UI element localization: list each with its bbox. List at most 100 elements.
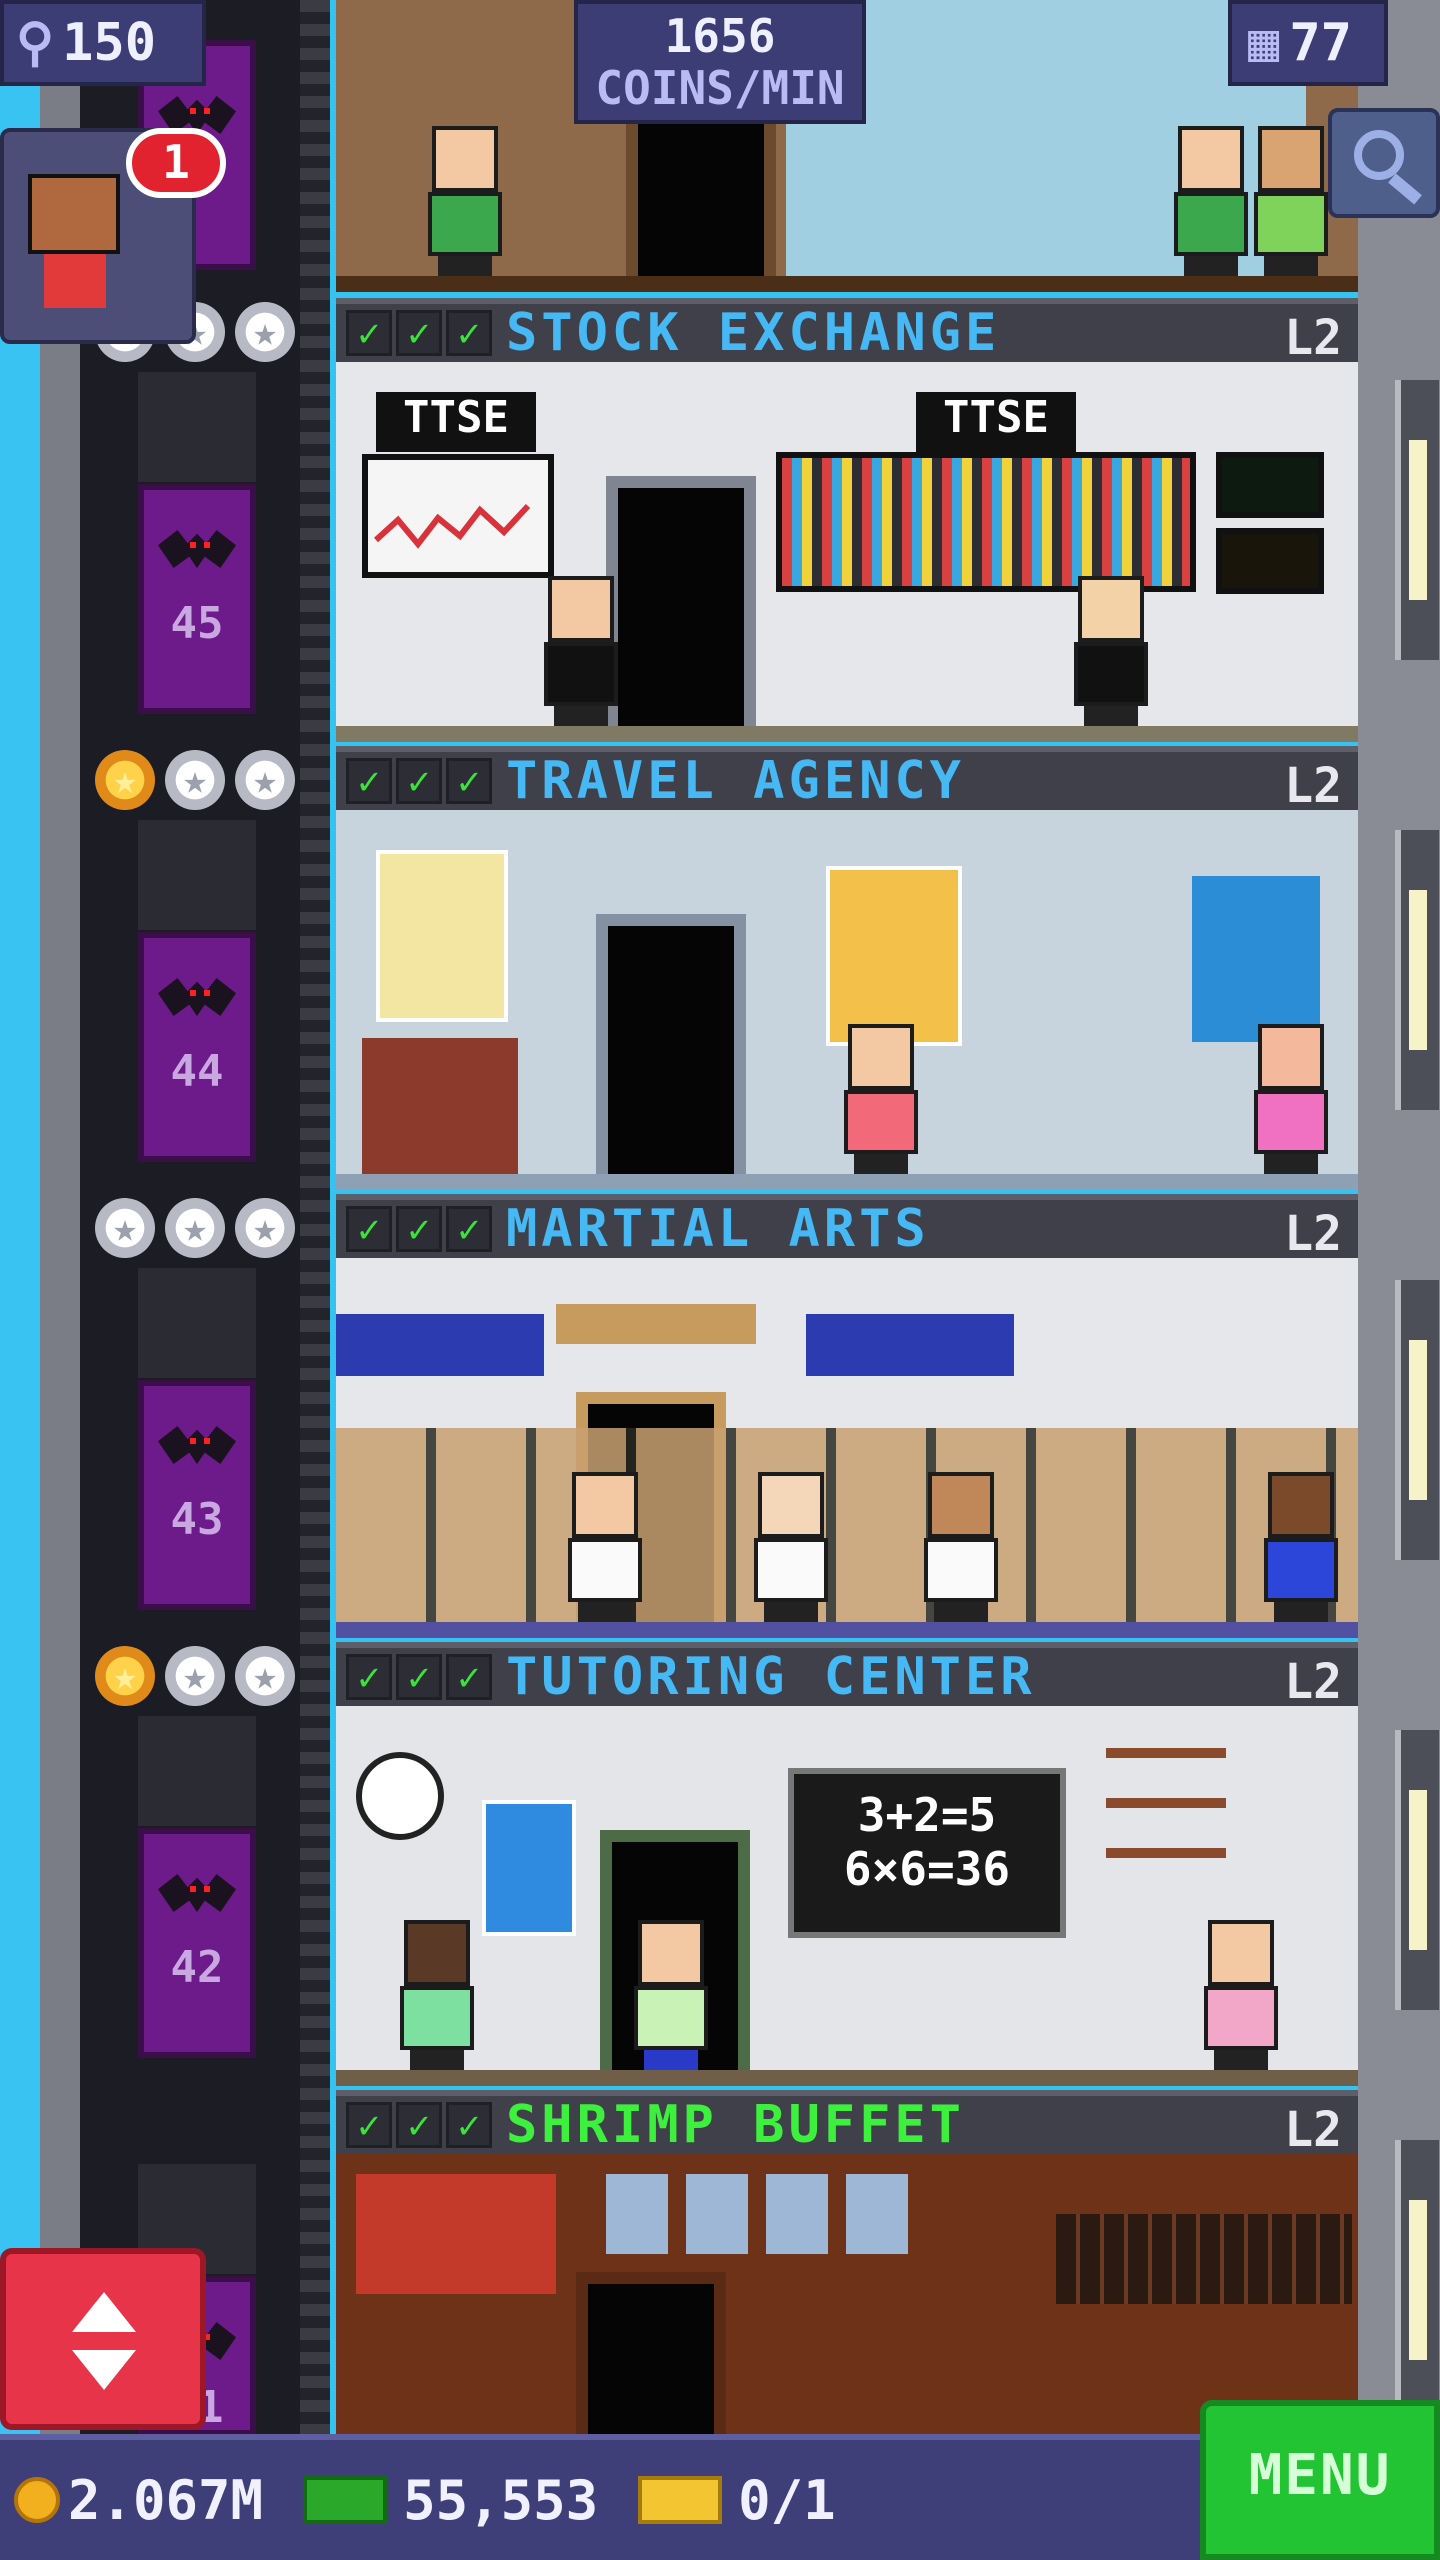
chalkboard-line: 6×6=36 [843, 1842, 1011, 1896]
check-icon: ✓ [396, 758, 442, 804]
check-icon: ✓ [446, 758, 492, 804]
wall-window [1395, 830, 1439, 1110]
notification-badge: 1 [126, 128, 226, 198]
room-shrimp-buffet[interactable] [336, 2154, 1358, 2434]
visitor-avatar [28, 174, 120, 254]
room-stock-exchange[interactable]: TTSE TTSE [336, 362, 1358, 742]
check-icon: ✓ [446, 2102, 492, 2148]
search-icon [1354, 130, 1404, 180]
population-value: 150 [62, 13, 157, 73]
check-icon: ✓ [396, 1206, 442, 1252]
ticker-monitor [1216, 528, 1324, 594]
star-icon: ★ [235, 302, 295, 362]
wall-window [1395, 2140, 1439, 2420]
floor-name: TRAVEL AGENCY [506, 751, 965, 811]
ticket-icon [638, 2476, 723, 2524]
star-icon: ★ [165, 1198, 225, 1258]
ticker-monitor [1216, 452, 1324, 518]
apple-poster [482, 1800, 576, 1936]
floor-level: L2 [1284, 1654, 1342, 1710]
check-icon: ✓ [396, 2102, 442, 2148]
floor-level: L2 [1284, 2102, 1342, 2158]
banner [336, 1314, 544, 1376]
bux-icon [303, 2476, 388, 2524]
travel-poster [826, 866, 962, 1046]
bookshelf [1106, 1748, 1226, 1898]
check-icon: ✓ [346, 2102, 392, 2148]
check-icon: ✓ [346, 1206, 392, 1252]
floor-bar-tutoring-center[interactable]: ✓ ✓ ✓ TUTORING CENTER L2 [336, 1642, 1358, 1710]
elevator-button[interactable] [0, 2248, 206, 2430]
stock-chart-monitor [362, 454, 554, 578]
floor-stars: ★★★ [95, 750, 305, 810]
floor-level: L2 [1284, 1206, 1342, 1262]
wall-window [1395, 1280, 1439, 1560]
floor-bar-stock-exchange[interactable]: ✓ ✓ ✓ STOCK EXCHANGE L2 [336, 298, 1358, 366]
banner [806, 1314, 1014, 1376]
check-icon: ✓ [346, 310, 392, 356]
floor-stars: ★★★ [95, 1198, 305, 1258]
room-travel-agency[interactable] [336, 810, 1358, 1190]
chalkboard: 3+2=5 6×6=36 [788, 1768, 1066, 1938]
beach-poster [376, 850, 508, 1022]
star-icon: ★ [235, 750, 295, 810]
floor-count-value: 77 [1289, 13, 1352, 73]
population-counter[interactable]: ⚲ 150 [0, 0, 206, 86]
tower-outer-wall [40, 0, 80, 2440]
floor-bar-travel-agency[interactable]: ✓ ✓ ✓ TRAVEL AGENCY L2 [336, 746, 1358, 814]
population-icon: ⚲ [16, 13, 55, 73]
search-button[interactable] [1328, 108, 1440, 218]
elevator-floor-number: 42 [170, 1942, 224, 1993]
room-martial-arts[interactable] [336, 1258, 1358, 1638]
mountain-poster [1192, 876, 1320, 1042]
check-icon: ✓ [446, 1206, 492, 1252]
star-icon: ★ [165, 1646, 225, 1706]
building-icon: ▦ [1248, 13, 1280, 73]
coins-value: 2.067M [68, 2468, 264, 2532]
elevator-car[interactable]: 43 [138, 1380, 256, 1610]
torii-gate [556, 1304, 756, 1344]
check-icon: ✓ [446, 310, 492, 356]
elevator-car[interactable]: 44 [138, 932, 256, 1162]
star-icon: ★ [95, 1646, 155, 1706]
elevator-floor-number: 45 [170, 598, 224, 649]
wall-window [1395, 380, 1439, 660]
wood-panels [336, 1428, 1358, 1624]
coins-per-min-value: 1656 [664, 9, 776, 63]
wall-window [1395, 1730, 1439, 2010]
star-icon: ★ [165, 750, 225, 810]
star-icon: ★ [235, 1646, 295, 1706]
ttse-sign: TTSE [376, 392, 536, 452]
check-icon: ✓ [396, 1654, 442, 1700]
elevator-car[interactable]: 45 [138, 484, 256, 714]
star-icon: ★ [235, 1198, 295, 1258]
floor-name: STOCK EXCHANGE [506, 303, 1001, 363]
brochure-rack [362, 1038, 518, 1178]
coins-per-min-display: 1656 COINS/MIN [574, 0, 866, 124]
check-icon: ✓ [346, 758, 392, 804]
buffet-wall-art [356, 2174, 556, 2294]
coins-per-min-unit: COINS/MIN [595, 61, 845, 115]
floor-name: TUTORING CENTER [506, 1647, 1036, 1707]
floor-name: MARTIAL ARTS [506, 1199, 930, 1259]
menu-button[interactable]: MENU [1200, 2400, 1440, 2560]
floor-stars: ★★★ [95, 1646, 305, 1706]
check-icon: ✓ [346, 1654, 392, 1700]
tower-right-wall [1358, 0, 1440, 2440]
check-icon: ✓ [446, 1654, 492, 1700]
floor-level: L2 [1284, 310, 1342, 366]
floor-name: SHRIMP BUFFET [506, 2095, 965, 2155]
room-tutoring-center[interactable]: 3+2=5 6×6=36 [336, 1706, 1358, 2086]
star-icon: ★ [95, 750, 155, 810]
floor-bar-shrimp-buffet[interactable]: ✓ ✓ ✓ SHRIMP BUFFET L2 [336, 2090, 1358, 2158]
bux-value: 55,553 [403, 2468, 599, 2532]
floor-count-display[interactable]: ▦ 77 [1228, 0, 1388, 86]
clock-icon [356, 1752, 444, 1840]
elevator-floor-number: 44 [170, 1046, 224, 1097]
elevator-car[interactable]: 42 [138, 1828, 256, 2058]
floor-bar-martial-arts[interactable]: ✓ ✓ ✓ MARTIAL ARTS L2 [336, 1194, 1358, 1262]
chalkboard-line: 3+2=5 [857, 1788, 997, 1842]
plates [606, 2174, 926, 2254]
ticker-board [776, 452, 1196, 592]
menu-board [1056, 2214, 1352, 2304]
